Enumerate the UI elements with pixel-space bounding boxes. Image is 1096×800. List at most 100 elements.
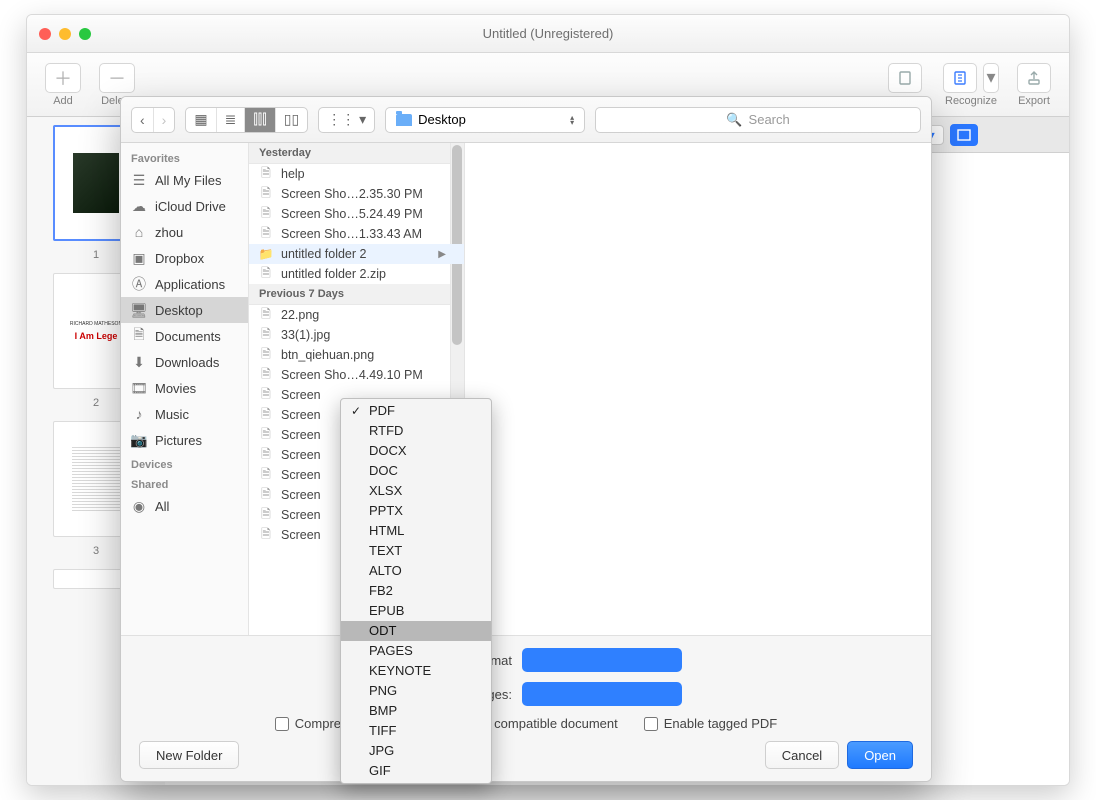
sidebar-item-all[interactable]: ◉All: [121, 493, 248, 519]
file-column-2: [465, 143, 931, 635]
location-dropdown[interactable]: Desktop ▴▾: [385, 107, 585, 133]
file-row[interactable]: 🗎Screen Sho…4.49.10 PM: [249, 365, 464, 385]
sidebar-item-documents[interactable]: 🗎Documents: [121, 323, 248, 349]
sidebar-item-label: Downloads: [155, 355, 219, 370]
file-row[interactable]: 📁 untitled folder 2 ▶: [249, 244, 464, 264]
format-option[interactable]: EPUB: [341, 601, 491, 621]
dialog-bottom: Format Pages: Compress images usin PDF/A…: [121, 635, 931, 781]
sidebar-heading-favorites: Favorites: [121, 147, 248, 167]
recognize-label: Recognize: [945, 95, 997, 107]
folder-icon: 📁: [259, 247, 273, 261]
view-list-icon[interactable]: ≣: [217, 108, 246, 132]
format-option[interactable]: XLSX: [341, 481, 491, 501]
file-row[interactable]: 🗎untitled folder 2.zip: [249, 264, 464, 284]
folder-icon: [396, 114, 412, 126]
back-button[interactable]: ‹: [132, 108, 154, 132]
format-option[interactable]: FB2: [341, 581, 491, 601]
forward-button[interactable]: ›: [154, 108, 175, 132]
file-name: Screen: [281, 408, 321, 422]
format-dropdown[interactable]: [522, 648, 682, 672]
file-icon: 🗎: [259, 448, 273, 462]
format-option[interactable]: GIF: [341, 761, 491, 781]
file-row[interactable]: 🗎22.png: [249, 305, 464, 325]
file-name: Screen Sho…5.24.49 PM: [281, 207, 423, 221]
sidebar-item-downloads[interactable]: ⬇︎Downloads: [121, 349, 248, 375]
export-button[interactable]: [1017, 63, 1051, 93]
sidebar-item-label: zhou: [155, 225, 183, 240]
format-option[interactable]: DOC: [341, 461, 491, 481]
view-gallery-icon[interactable]: ▯▯: [276, 108, 307, 132]
format-option[interactable]: TIFF: [341, 721, 491, 741]
format-option[interactable]: HTML: [341, 521, 491, 541]
file-icon: 🗎: [259, 207, 273, 221]
file-icon: 🗎: [259, 167, 273, 181]
open-button[interactable]: Open: [847, 741, 913, 769]
home-icon: ⌂: [131, 224, 147, 240]
format-option[interactable]: RTFD: [341, 421, 491, 441]
sidebar-item-home[interactable]: ⌂ zhou: [121, 219, 248, 245]
checkbox-box[interactable]: [644, 717, 658, 731]
cancel-button[interactable]: Cancel: [765, 741, 839, 769]
format-option[interactable]: KEYNOTE: [341, 661, 491, 681]
pictures-icon: 📷: [131, 432, 147, 448]
sidebar-item-dropbox[interactable]: ▣Dropbox: [121, 245, 248, 271]
sidebar-item-label: Dropbox: [155, 251, 204, 266]
sidebar-item-all-my-files[interactable]: ☰All My Files: [121, 167, 248, 193]
file-row[interactable]: 🗎help: [249, 164, 464, 184]
format-option[interactable]: PPTX: [341, 501, 491, 521]
dialog-toolbar: ‹ › ▦ ≣ ⫿⫿⫿ ▯▯ ⋮⋮ ▾ Desktop ▴▾ 🔍 Search: [121, 97, 931, 143]
new-folder-button[interactable]: New Folder: [139, 741, 239, 769]
file-icon: 🗎: [259, 267, 273, 281]
file-row[interactable]: 🗎33(1).jpg: [249, 325, 464, 345]
file-name: 33(1).jpg: [281, 328, 330, 342]
sidebar-item-desktop[interactable]: 🖥Desktop: [121, 297, 248, 323]
add-button[interactable]: ＋: [45, 63, 81, 93]
fullscreen-button[interactable]: [950, 124, 978, 146]
checkbox-box[interactable]: [275, 717, 289, 731]
view-columns-icon[interactable]: ⫿⫿⫿: [245, 108, 275, 132]
file-row[interactable]: 🗎btn_qiehuan.png: [249, 345, 464, 365]
format-option[interactable]: DOCX: [341, 441, 491, 461]
sidebar-item-label: Applications: [155, 277, 225, 292]
file-icon: 🗎: [259, 428, 273, 442]
format-option[interactable]: ALTO: [341, 561, 491, 581]
sidebar-item-label: All: [155, 499, 169, 514]
format-option[interactable]: PAGES: [341, 641, 491, 661]
view-mode-buttons: ▦ ≣ ⫿⫿⫿ ▯▯: [185, 107, 308, 133]
thumb-title-text: I Am Lege: [75, 331, 118, 341]
file-name: untitled folder 2: [281, 247, 366, 261]
apps-icon: Ⓐ: [131, 276, 147, 292]
delete-button[interactable]: －: [99, 63, 135, 93]
file-row[interactable]: 🗎 Screen Sho…5.24.49 PM: [249, 204, 464, 224]
location-label: Desktop: [418, 112, 466, 127]
sidebar-item-pictures[interactable]: 📷Pictures: [121, 427, 248, 453]
format-option[interactable]: BMP: [341, 701, 491, 721]
arrange-icon: ⋮⋮ ▾: [319, 108, 374, 132]
sidebar-item-music[interactable]: ♪Music: [121, 401, 248, 427]
search-input[interactable]: 🔍 Search: [595, 107, 921, 133]
arrange-dropdown[interactable]: ⋮⋮ ▾: [318, 107, 375, 133]
file-icon: 🗎: [259, 508, 273, 522]
file-row[interactable]: 🗎Screen Sho…1.33.43 AM: [249, 224, 464, 244]
recognize-menu-button[interactable]: ▾: [983, 63, 999, 93]
file-name: Screen Sho…1.33.43 AM: [281, 227, 422, 241]
pages-dropdown[interactable]: [522, 682, 682, 706]
file-row[interactable]: 🗎Screen Sho…2.35.30 PM: [249, 184, 464, 204]
format-option[interactable]: JPG: [341, 741, 491, 761]
sidebar-item-icloud[interactable]: ☁︎iCloud Drive: [121, 193, 248, 219]
format-option[interactable]: PNG: [341, 681, 491, 701]
recognize-button[interactable]: [943, 63, 977, 93]
format-option[interactable]: PDF: [341, 401, 491, 421]
toolbar-recognize-group: ▾ Recognize: [943, 63, 999, 107]
export-label: Export: [1018, 95, 1050, 107]
view-icons-icon[interactable]: ▦: [186, 108, 216, 132]
prepare-button[interactable]: [888, 63, 922, 93]
sidebar-item-movies[interactable]: 🎞Movies: [121, 375, 248, 401]
file-icon: 🗎: [259, 368, 273, 382]
format-option[interactable]: ODT: [341, 621, 491, 641]
tagged-checkbox[interactable]: Enable tagged PDF: [644, 716, 777, 731]
format-option[interactable]: TEXT: [341, 541, 491, 561]
sidebar-item-applications[interactable]: Ⓐ Applications: [121, 271, 248, 297]
format-row: Format: [135, 648, 917, 672]
chevron-right-icon: ▶: [438, 249, 446, 260]
